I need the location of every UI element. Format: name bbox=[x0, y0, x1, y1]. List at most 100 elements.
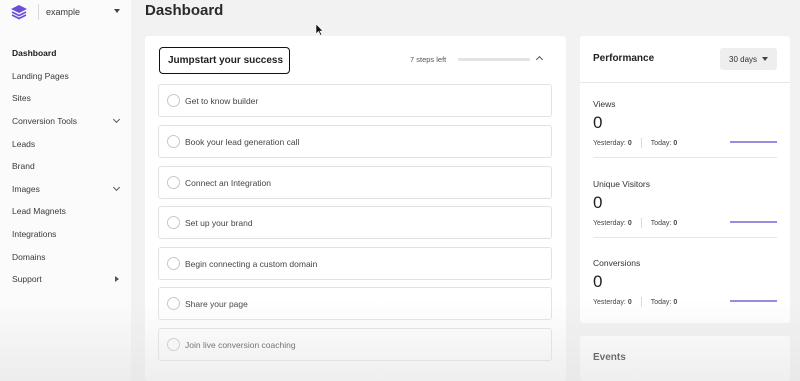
step-label: Book your lead generation call bbox=[185, 136, 300, 147]
today-label: Today: bbox=[650, 298, 672, 306]
metric-unique-visitors: Unique Visitors 0 Yesterday: 0 Today: 0 bbox=[593, 179, 777, 249]
jumpstart-card: Jumpstart your success 7 steps left Get … bbox=[145, 36, 566, 381]
yesterday-label: Yesterday: bbox=[593, 298, 626, 306]
divider bbox=[593, 157, 777, 158]
step-label: Join live conversion coaching bbox=[185, 339, 296, 350]
jumpstart-title: Jumpstart your success bbox=[159, 47, 290, 74]
metric-value: 0 bbox=[593, 193, 603, 212]
sparkline bbox=[730, 221, 777, 223]
sidebar-item-label: Lead Magnets bbox=[12, 206, 66, 217]
chevron-down-icon bbox=[112, 183, 121, 191]
sidebar-item-dashboard[interactable]: Dashboard bbox=[0, 42, 131, 65]
yesterday-label: Yesterday: bbox=[593, 219, 626, 227]
step-set-up-brand[interactable]: Set up your brand bbox=[158, 206, 552, 239]
step-custom-domain[interactable]: Begin connecting a custom domain bbox=[158, 247, 552, 280]
metric-views: Views 0 Yesterday: 0 Today: 0 bbox=[593, 99, 777, 169]
divider bbox=[38, 4, 39, 20]
sidebar-item-label: Support bbox=[12, 274, 42, 285]
today-value: 0 bbox=[673, 139, 678, 147]
divider bbox=[640, 218, 642, 228]
performance-title: Performance bbox=[593, 53, 655, 64]
sidebar-nav: Dashboard Landing Pages Sites Conversion… bbox=[0, 42, 131, 291]
yesterday-value: 0 bbox=[627, 219, 632, 227]
today-label: Today: bbox=[650, 219, 672, 227]
metric-label: Unique Visitors bbox=[593, 179, 651, 189]
step-share-page[interactable]: Share your page bbox=[158, 287, 552, 320]
today-value: 0 bbox=[673, 219, 678, 227]
sparkline bbox=[730, 141, 777, 143]
sidebar-item-conversion-tools[interactable]: Conversion Tools bbox=[0, 110, 131, 133]
date-range-value: 30 days bbox=[729, 54, 758, 64]
steps-left-count: 7 steps left bbox=[410, 55, 447, 64]
sidebar: example Dashboard Landing Pages Sites Co… bbox=[0, 0, 131, 381]
step-checkbox[interactable] bbox=[167, 135, 180, 148]
metric-label: Conversions bbox=[593, 258, 641, 268]
sidebar-item-integrations[interactable]: Integrations bbox=[0, 223, 131, 246]
sidebar-item-label: Images bbox=[12, 183, 40, 194]
workspace-switcher[interactable]: example bbox=[8, 2, 130, 22]
caret-down-icon bbox=[762, 57, 768, 61]
sidebar-item-label: Landing Pages bbox=[12, 70, 69, 81]
metric-conversions: Conversions 0 Yesterday: 0 Today: 0 bbox=[593, 258, 777, 328]
sidebar-item-lead-magnets[interactable]: Lead Magnets bbox=[0, 200, 131, 223]
metric-value: 0 bbox=[593, 113, 603, 132]
layers-logo-icon bbox=[11, 5, 27, 20]
metric-label: Views bbox=[593, 99, 616, 109]
date-range-dropdown[interactable]: 30 days bbox=[720, 48, 777, 70]
events-title: Events bbox=[593, 352, 626, 363]
sidebar-item-sites[interactable]: Sites bbox=[0, 87, 131, 110]
events-card: Events bbox=[580, 336, 790, 381]
divider bbox=[640, 297, 642, 307]
chevron-up-icon[interactable] bbox=[535, 55, 544, 64]
today-value: 0 bbox=[673, 298, 678, 306]
sidebar-item-label: Brand bbox=[12, 161, 35, 172]
chevron-down-icon bbox=[112, 115, 121, 123]
sidebar-item-images[interactable]: Images bbox=[0, 178, 131, 201]
sidebar-item-label: Dashboard bbox=[12, 48, 57, 59]
step-label: Share your page bbox=[185, 298, 248, 309]
sidebar-item-label: Leads bbox=[12, 138, 36, 149]
step-label: Connect an Integration bbox=[185, 177, 272, 188]
metric-breakdown: Yesterday: 0 Today: 0 bbox=[593, 138, 677, 148]
divider bbox=[593, 237, 777, 238]
page-title: Dashboard bbox=[145, 2, 224, 19]
sidebar-item-label: Conversion Tools bbox=[12, 116, 78, 127]
sidebar-item-label: Domains bbox=[12, 251, 46, 262]
sidebar-item-leads[interactable]: Leads bbox=[0, 132, 131, 155]
divider bbox=[580, 82, 790, 83]
today-label: Today: bbox=[650, 139, 672, 147]
step-checkbox[interactable] bbox=[167, 176, 180, 189]
workspace-name: example bbox=[46, 7, 81, 17]
yesterday-value: 0 bbox=[627, 298, 632, 306]
step-connect-integration[interactable]: Connect an Integration bbox=[158, 166, 552, 199]
yesterday-label: Yesterday: bbox=[593, 139, 626, 147]
step-checkbox[interactable] bbox=[167, 338, 180, 351]
step-checkbox[interactable] bbox=[167, 216, 180, 229]
sidebar-item-label: Integrations bbox=[12, 229, 57, 240]
mouse-cursor-icon bbox=[316, 24, 324, 36]
step-book-call[interactable]: Book your lead generation call bbox=[158, 125, 552, 158]
metric-breakdown: Yesterday: 0 Today: 0 bbox=[593, 218, 677, 228]
step-checkbox[interactable] bbox=[167, 94, 180, 107]
caret-right-icon bbox=[115, 275, 119, 282]
step-checkbox[interactable] bbox=[167, 297, 180, 310]
jumpstart-progress-bar bbox=[458, 58, 530, 61]
metric-value: 0 bbox=[593, 272, 603, 291]
yesterday-value: 0 bbox=[627, 139, 632, 147]
step-label: Begin connecting a custom domain bbox=[185, 258, 318, 269]
performance-card: Performance 30 days Views 0 Yesterday: 0… bbox=[580, 36, 790, 323]
metric-breakdown: Yesterday: 0 Today: 0 bbox=[593, 297, 677, 307]
sidebar-item-landing-pages[interactable]: Landing Pages bbox=[0, 65, 131, 88]
step-label: Set up your brand bbox=[185, 217, 253, 228]
sidebar-item-label: Sites bbox=[12, 93, 31, 104]
sparkline bbox=[730, 300, 777, 302]
divider bbox=[640, 138, 642, 148]
step-label: Get to know builder bbox=[185, 95, 259, 106]
step-get-to-know-builder[interactable]: Get to know builder bbox=[158, 84, 552, 117]
step-conversion-coaching[interactable]: Join live conversion coaching bbox=[158, 328, 552, 361]
sidebar-item-support[interactable]: Support bbox=[0, 268, 131, 291]
sidebar-item-domains[interactable]: Domains bbox=[0, 245, 131, 268]
caret-down-icon bbox=[114, 9, 120, 13]
sidebar-item-brand[interactable]: Brand bbox=[0, 155, 131, 178]
step-checkbox[interactable] bbox=[167, 257, 180, 270]
